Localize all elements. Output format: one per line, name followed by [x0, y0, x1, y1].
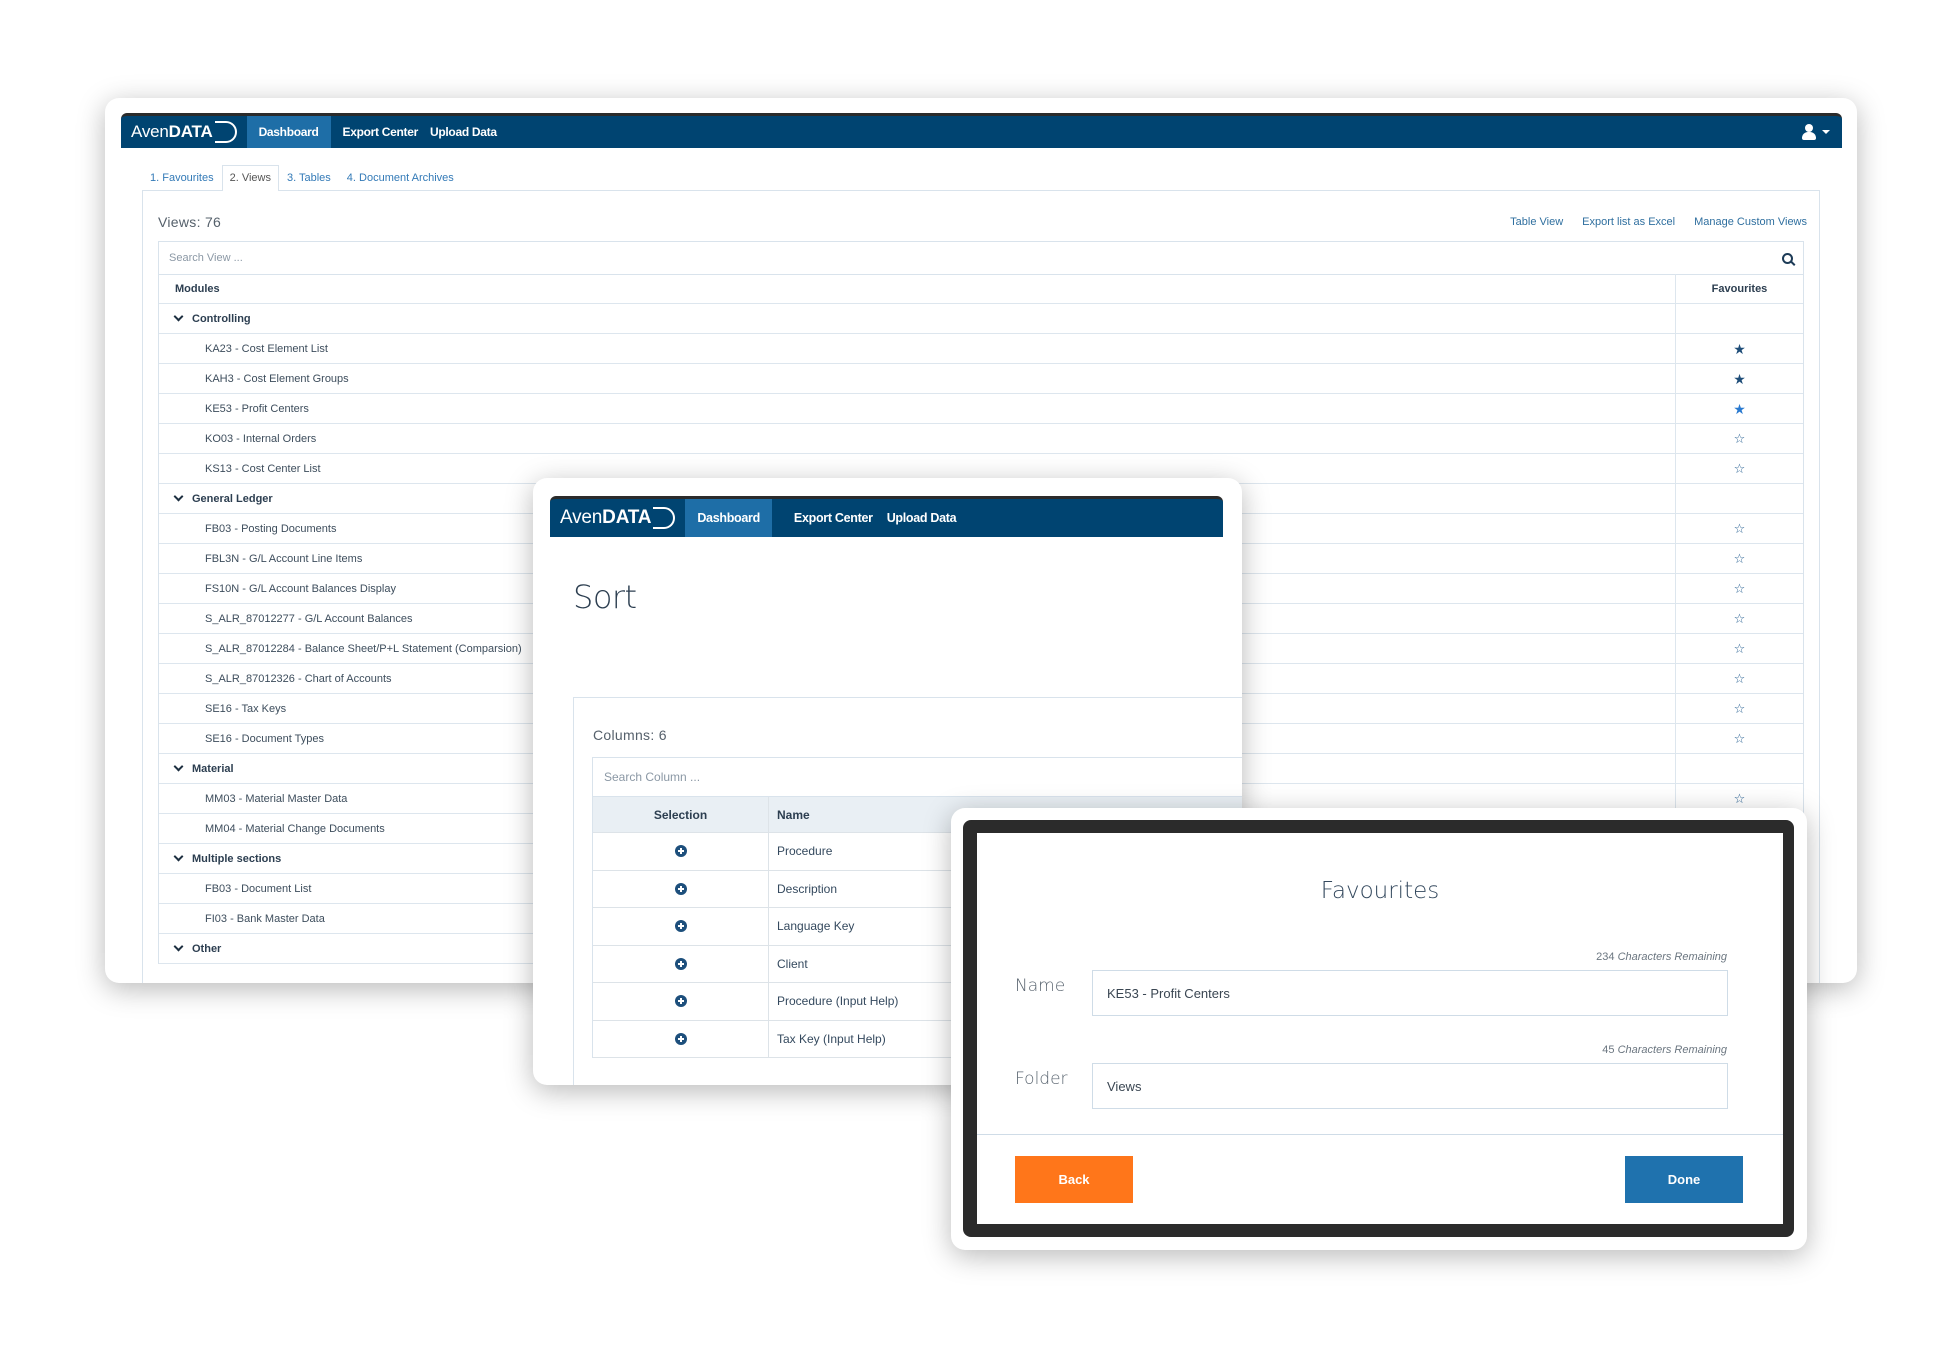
- sort-navbar: Aven DATA Dashboard Export Center Upload …: [550, 496, 1223, 537]
- add-circle-icon[interactable]: [674, 1032, 687, 1045]
- star-outline-icon[interactable]: ☆: [1734, 672, 1746, 685]
- brand-logo[interactable]: Aven DATA: [121, 116, 247, 148]
- add-circle-icon[interactable]: [674, 845, 687, 858]
- group-label: Material: [192, 762, 234, 775]
- views-count: Views: 76: [158, 214, 222, 230]
- name-characters-remaining: 234 Characters Remaining: [1596, 951, 1727, 963]
- group-label: Multiple sections: [192, 852, 282, 865]
- logo-waves-icon: [653, 507, 676, 529]
- chevron-down-icon[interactable]: [173, 311, 184, 322]
- favourites-column-header: Favourites: [1675, 274, 1803, 303]
- favourites-dialog: Favourites 234 Characters Remaining Name…: [951, 808, 1807, 1250]
- tab-document-archives[interactable]: 4. Document Archives: [339, 165, 462, 190]
- brand-logo[interactable]: Aven DATA: [550, 499, 685, 537]
- view-name[interactable]: KE53 - Profit Centers: [159, 394, 1675, 423]
- folder-characters-remaining: 45 Characters Remaining: [1602, 1044, 1727, 1056]
- group-row[interactable]: Controlling: [159, 304, 1803, 334]
- star-filled-icon[interactable]: ★: [1733, 402, 1746, 416]
- name-label: Name: [1015, 976, 1066, 996]
- list-item[interactable]: KE53 - Profit Centers ★: [159, 394, 1803, 424]
- view-name[interactable]: KA23 - Cost Element List: [159, 334, 1675, 363]
- star-filled-icon[interactable]: ★: [1733, 342, 1746, 356]
- list-item[interactable]: KAH3 - Cost Element Groups ★: [159, 364, 1803, 394]
- tab-favourites[interactable]: 1. Favourites: [142, 165, 222, 190]
- user-icon: [1802, 124, 1816, 140]
- folder-input[interactable]: Views: [1092, 1063, 1728, 1109]
- star-outline-icon[interactable]: ☆: [1734, 582, 1746, 595]
- chevron-down-icon[interactable]: [173, 941, 184, 952]
- dialog-title: Favourites: [1320, 878, 1440, 904]
- star-filled-icon[interactable]: ★: [1733, 372, 1746, 386]
- nav-export-center[interactable]: Export Center: [331, 116, 430, 148]
- add-circle-icon[interactable]: [674, 882, 687, 895]
- view-actions: Table View Export list as Excel Manage C…: [1510, 216, 1807, 228]
- star-outline-icon[interactable]: ☆: [1734, 792, 1746, 805]
- search-view-input[interactable]: Search View ...: [158, 241, 1804, 275]
- table-view-link[interactable]: Table View: [1510, 216, 1563, 228]
- nav-export-center[interactable]: Export Center: [772, 499, 885, 537]
- star-outline-icon[interactable]: ☆: [1734, 642, 1746, 655]
- logo-waves-icon: [214, 121, 237, 143]
- name-input[interactable]: KE53 - Profit Centers: [1092, 970, 1728, 1016]
- user-menu[interactable]: [1802, 116, 1842, 148]
- divider: [977, 1134, 1783, 1135]
- dialog-frame: Favourites 234 Characters Remaining Name…: [963, 820, 1794, 1237]
- tab-tables[interactable]: 3. Tables: [279, 165, 339, 190]
- chevron-down-icon[interactable]: [173, 851, 184, 862]
- nav-dashboard[interactable]: Dashboard: [685, 499, 772, 537]
- table-header: Modules Favourites: [159, 274, 1803, 304]
- star-outline-icon[interactable]: ☆: [1734, 432, 1746, 445]
- list-item[interactable]: KO03 - Internal Orders ☆: [159, 424, 1803, 454]
- back-button[interactable]: Back: [1015, 1156, 1133, 1203]
- selection-column-header: Selection: [593, 797, 769, 832]
- view-name[interactable]: KO03 - Internal Orders: [159, 424, 1675, 453]
- star-outline-icon[interactable]: ☆: [1734, 552, 1746, 565]
- star-outline-icon[interactable]: ☆: [1734, 522, 1746, 535]
- main-navbar: Aven DATA Dashboard Export Center Upload …: [121, 113, 1842, 148]
- star-outline-icon[interactable]: ☆: [1734, 612, 1746, 625]
- star-outline-icon[interactable]: ☆: [1734, 702, 1746, 715]
- add-circle-icon[interactable]: [674, 920, 687, 933]
- columns-count: Columns: 6: [593, 727, 667, 743]
- group-label: Other: [192, 942, 222, 955]
- chevron-down-icon[interactable]: [173, 761, 184, 772]
- add-circle-icon[interactable]: [674, 995, 687, 1008]
- view-name[interactable]: KAH3 - Cost Element Groups: [159, 364, 1675, 393]
- nav-upload-data[interactable]: Upload Data: [885, 499, 969, 537]
- done-button[interactable]: Done: [1625, 1156, 1743, 1203]
- nav-upload-data[interactable]: Upload Data: [430, 116, 509, 148]
- folder-label: Folder: [1015, 1069, 1068, 1089]
- caret-down-icon: [1822, 130, 1830, 134]
- group-label: Controlling: [192, 312, 251, 325]
- group-label: General Ledger: [192, 492, 273, 505]
- modules-column-header: Modules: [175, 282, 220, 295]
- tab-views[interactable]: 2. Views: [221, 165, 279, 191]
- module-tabs: 1. Favourites 2. Views 3. Tables 4. Docu…: [142, 165, 462, 191]
- star-outline-icon[interactable]: ☆: [1734, 462, 1746, 475]
- search-icon[interactable]: [1782, 252, 1793, 264]
- add-circle-icon[interactable]: [674, 957, 687, 970]
- manage-custom-views-link[interactable]: Manage Custom Views: [1694, 216, 1807, 228]
- dialog-body: Favourites 234 Characters Remaining Name…: [977, 833, 1783, 1224]
- sort-title: Sort: [573, 578, 637, 616]
- export-excel-link[interactable]: Export list as Excel: [1582, 216, 1675, 228]
- chevron-down-icon[interactable]: [173, 491, 184, 502]
- search-column-input[interactable]: Search Column ...: [592, 757, 1242, 797]
- star-outline-icon[interactable]: ☆: [1734, 732, 1746, 745]
- nav-dashboard[interactable]: Dashboard: [246, 116, 331, 148]
- list-item[interactable]: KA23 - Cost Element List ★: [159, 334, 1803, 364]
